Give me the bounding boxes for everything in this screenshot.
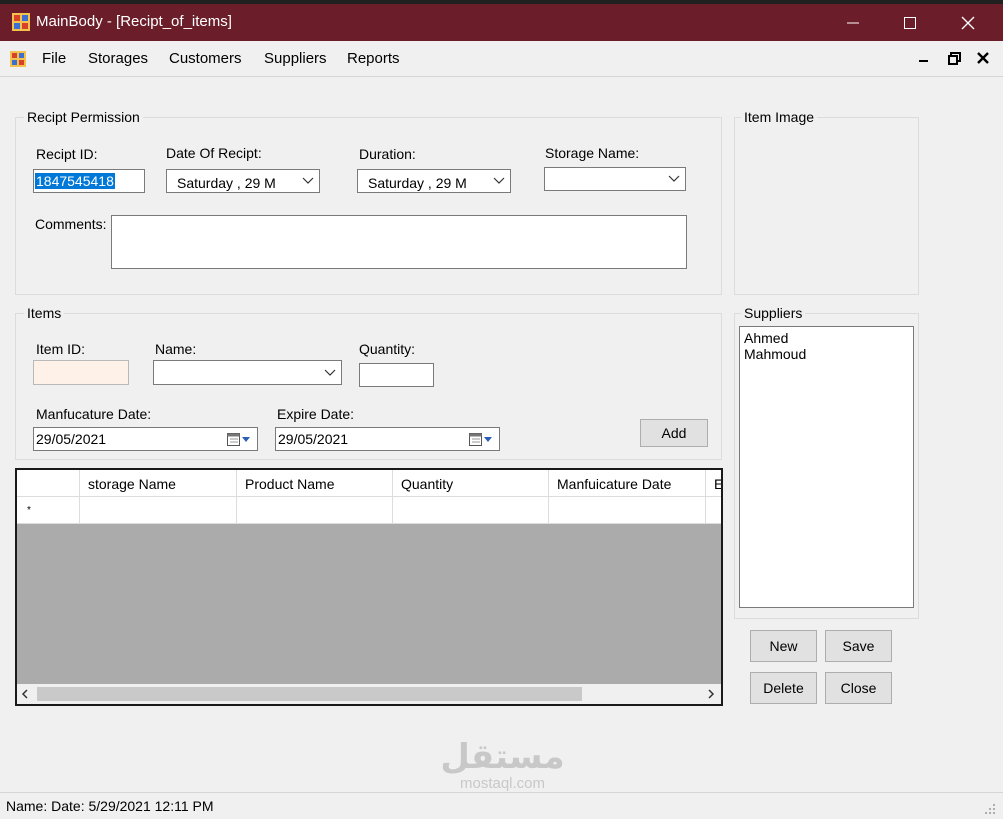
- menu-file[interactable]: File: [42, 50, 66, 67]
- new-row-marker: *: [17, 497, 80, 524]
- quantity-field[interactable]: [359, 363, 434, 387]
- watermark-arabic: مستقل: [440, 737, 565, 777]
- grid-header: storage Name Product Name Quantity Manfu…: [17, 470, 721, 497]
- watermark-latin: mostaql.com: [459, 775, 546, 792]
- expire-date-label: Expire Date:: [277, 406, 355, 422]
- window-title: MainBody - [Recipt_of_items]: [36, 13, 232, 30]
- close-window-button[interactable]: [945, 4, 991, 41]
- mdi-close-button[interactable]: [972, 47, 994, 69]
- comments-label: Comments:: [35, 216, 107, 232]
- item-id-field[interactable]: [33, 360, 129, 385]
- app-icon: [12, 13, 30, 31]
- duration-picker[interactable]: Saturday , 29 M: [357, 169, 511, 193]
- close-icon: [961, 16, 975, 29]
- grid-cell[interactable]: [80, 497, 237, 524]
- title-bar[interactable]: MainBody - [Recipt_of_items]: [0, 4, 1003, 41]
- duration-value: Saturday , 29 M: [368, 175, 467, 191]
- item-id-label: Item ID:: [36, 341, 86, 357]
- resize-grip-icon[interactable]: [984, 803, 996, 815]
- suppliers-list[interactable]: Ahmed Mahmoud: [739, 326, 914, 608]
- items-grid[interactable]: storage Name Product Name Quantity Manfu…: [15, 468, 723, 706]
- chevron-down-icon: [493, 177, 505, 184]
- minimize-button[interactable]: [830, 4, 876, 41]
- date-of-recipt-value: Saturday , 29 M: [177, 175, 276, 191]
- recipt-id-value: 1847545418: [35, 173, 115, 189]
- item-image-title: Item Image: [741, 109, 818, 125]
- grid-cell[interactable]: [393, 497, 549, 524]
- name-combo[interactable]: [153, 360, 342, 385]
- column-header-product-name[interactable]: Product Name: [237, 470, 393, 497]
- chevron-down-icon: [668, 175, 680, 182]
- storage-name-combo[interactable]: [544, 167, 686, 191]
- grid-cell[interactable]: [237, 497, 393, 524]
- items-title: Items: [24, 305, 65, 321]
- minimize-icon: [847, 22, 859, 23]
- suppliers-title: Suppliers: [741, 305, 806, 321]
- maximize-button[interactable]: [887, 4, 933, 41]
- item-image-group: Item Image: [734, 109, 919, 295]
- scroll-left-icon[interactable]: [21, 689, 29, 699]
- grid-cell[interactable]: [549, 497, 706, 524]
- menu-storages[interactable]: Storages: [88, 50, 148, 67]
- grid-cell[interactable]: [706, 497, 721, 524]
- name-label: Name:: [155, 341, 197, 357]
- column-header-manufacture-date[interactable]: Manfuicature Date: [549, 470, 706, 497]
- chevron-down-icon: [324, 369, 336, 376]
- manufacture-date-label: Manfucature Date:: [36, 406, 152, 422]
- mdi-minimize-button[interactable]: [913, 47, 935, 69]
- list-item[interactable]: Ahmed: [744, 330, 788, 346]
- minimize-icon: [919, 60, 928, 62]
- mdi-restore-button[interactable]: [943, 47, 965, 69]
- column-header-quantity[interactable]: Quantity: [393, 470, 549, 497]
- scroll-right-icon[interactable]: [707, 689, 715, 699]
- menu-bar: File Storages Customers Suppliers Report…: [0, 41, 1003, 77]
- manufacture-date-value: 29/05/2021: [36, 431, 107, 447]
- comments-field[interactable]: [111, 215, 687, 269]
- expire-date-value: 29/05/2021: [278, 431, 349, 447]
- watermark: مستقل mostaql.com: [440, 738, 565, 792]
- recipt-id-label: Recipt ID:: [36, 146, 98, 162]
- save-button[interactable]: Save: [825, 630, 892, 662]
- close-button[interactable]: Close: [825, 672, 892, 704]
- chevron-down-icon: [302, 177, 314, 184]
- column-header-storage-name[interactable]: storage Name: [80, 470, 237, 497]
- recipt-permission-title: Recipt Permission: [24, 109, 143, 125]
- maximize-icon: [904, 16, 916, 29]
- mdi-child-icon[interactable]: [10, 51, 26, 67]
- manufacture-date-picker[interactable]: 29/05/2021: [33, 427, 258, 451]
- status-text: Name: Date: 5/29/2021 12:11 PM: [6, 798, 214, 814]
- status-bar: Name: Date: 5/29/2021 12:11 PM: [0, 792, 1003, 819]
- expire-date-picker[interactable]: 29/05/2021: [275, 427, 500, 451]
- storage-name-label: Storage Name:: [545, 145, 640, 161]
- scrollbar-thumb[interactable]: [37, 687, 582, 701]
- row-header-corner: [17, 470, 80, 497]
- table-row[interactable]: *: [17, 497, 721, 524]
- horizontal-scrollbar[interactable]: [17, 684, 721, 704]
- list-item[interactable]: Mahmoud: [744, 346, 806, 362]
- quantity-label: Quantity:: [359, 341, 416, 357]
- column-header-expire-date[interactable]: E: [706, 470, 721, 497]
- add-button[interactable]: Add: [640, 419, 708, 447]
- restore-icon: [947, 51, 961, 65]
- date-of-recipt-label: Date Of Recipt:: [166, 145, 262, 161]
- menu-reports[interactable]: Reports: [347, 50, 400, 67]
- date-of-recipt-picker[interactable]: Saturday , 29 M: [166, 169, 320, 193]
- new-button[interactable]: New: [750, 630, 817, 662]
- menu-customers[interactable]: Customers: [169, 50, 242, 67]
- duration-label: Duration:: [359, 146, 416, 162]
- calendar-icon[interactable]: [469, 433, 493, 446]
- calendar-icon[interactable]: [227, 433, 251, 446]
- menu-suppliers[interactable]: Suppliers: [264, 50, 327, 67]
- delete-button[interactable]: Delete: [750, 672, 817, 704]
- close-icon: [977, 52, 989, 64]
- recipt-id-field[interactable]: 1847545418: [33, 169, 145, 193]
